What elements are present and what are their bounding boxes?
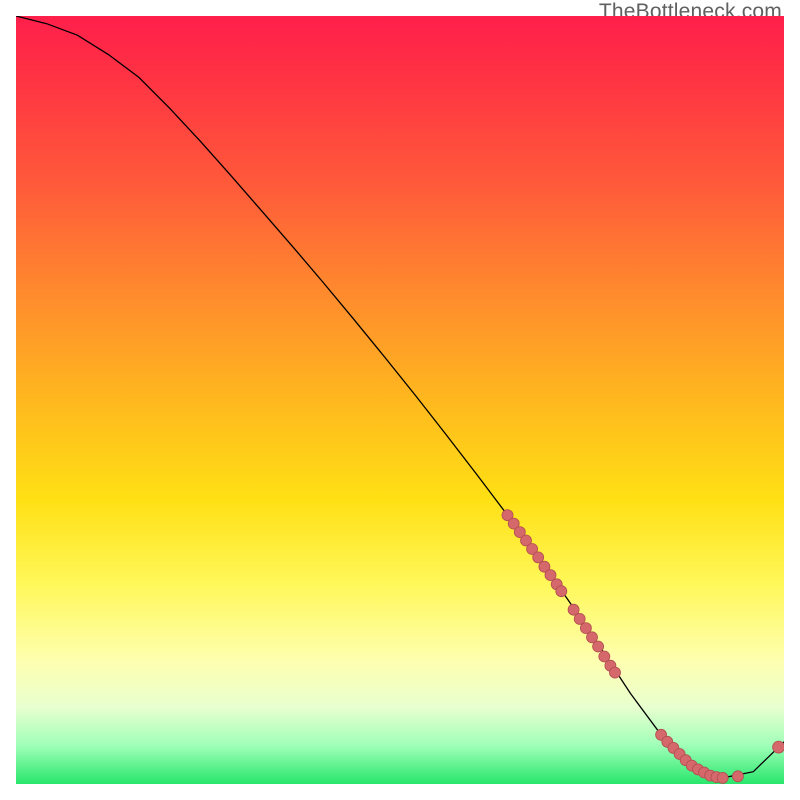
plot-area (16, 16, 784, 784)
chart-svg (16, 16, 784, 784)
bottleneck-curve (16, 16, 784, 778)
curve-marker (556, 586, 567, 597)
curve-marker (732, 771, 743, 782)
curve-marker (610, 667, 621, 678)
curve-marker (593, 641, 604, 652)
chart-container: TheBottleneck.com (0, 0, 800, 800)
curve-markers (502, 510, 784, 784)
curve-marker (533, 552, 544, 563)
curve-marker (773, 741, 784, 753)
curve-marker (717, 772, 728, 783)
